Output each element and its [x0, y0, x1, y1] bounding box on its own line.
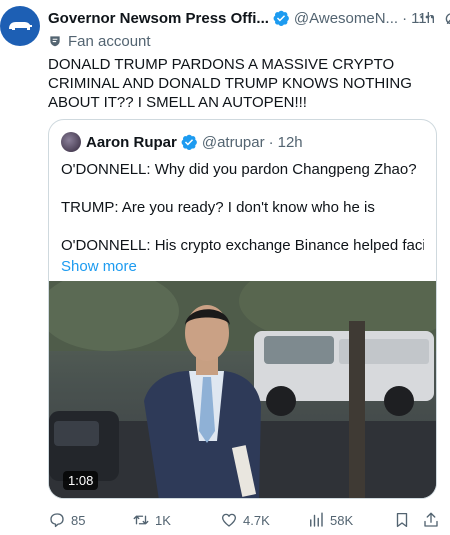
reply-count: 85 [71, 512, 86, 528]
video-thumbnail [49, 281, 436, 498]
quote-header: Aaron Rupar @atrupar · 12h [61, 130, 424, 154]
quote-paragraph: TRUMP: Are you ready? I don't know who h… [61, 199, 375, 216]
quote-separator-dot: · [268, 133, 274, 151]
action-bar: 85 1K 4.7K 58K [48, 508, 442, 532]
like-button[interactable]: 4.7K [220, 511, 270, 529]
quote-timestamp[interactable]: 12h [278, 134, 303, 151]
verified-badge-icon[interactable] [272, 9, 290, 27]
quote-author-name[interactable]: Aaron Rupar [86, 134, 177, 151]
fan-account-text: Fan account [68, 32, 151, 50]
quote-paragraph: O'DONNELL: Why did you pardon Changpeng … [61, 161, 417, 178]
tweet-content: Governor Newsom Press Offi... @AwesomeN.… [48, 6, 450, 112]
bookmark-icon [396, 512, 408, 528]
quote-verified-badge-icon[interactable] [180, 133, 198, 151]
quote-author-avatar[interactable] [61, 132, 81, 152]
tweet-header: Governor Newsom Press Offi... @AwesomeN.… [48, 6, 450, 30]
like-count: 4.7K [243, 512, 270, 528]
author-display-name[interactable]: Governor Newsom Press Offi... [48, 10, 269, 27]
quote-paragraph: O'DONNELL: His crypto exchange Binance h… [61, 237, 424, 254]
like-icon [221, 513, 237, 527]
views-button[interactable]: 58K [307, 511, 353, 529]
share-icon [424, 512, 438, 527]
author-handle[interactable]: @AwesomeN... [294, 10, 398, 27]
bookmark-button[interactable] [393, 511, 416, 529]
author-avatar[interactable] [0, 6, 40, 46]
bear-logo-icon [9, 22, 32, 30]
quoted-tweet[interactable]: Aaron Rupar @atrupar · 12h O'DONNELL: Wh… [48, 119, 437, 499]
repost-button[interactable]: 1K [132, 511, 171, 529]
video-duration: 1:08 [63, 471, 99, 490]
show-more-link[interactable]: Show more [61, 258, 424, 275]
fan-account-icon [50, 36, 60, 47]
quote-author-handle[interactable]: @atrupar [202, 134, 265, 151]
more-icon[interactable] [418, 8, 436, 26]
reply-icon [50, 513, 64, 528]
fan-account-label: Fan account [48, 30, 442, 52]
views-count: 58K [330, 512, 354, 528]
grok-icon[interactable] [443, 9, 450, 27]
video-player[interactable]: 1:08 [49, 281, 436, 498]
share-button[interactable] [422, 511, 445, 529]
separator-dot: · [402, 9, 408, 27]
tweet-text: DONALD TRUMP PARDONS A MASSIVE CRYPTO CR… [48, 56, 412, 111]
views-icon [310, 512, 323, 527]
repost-count: 1K [155, 512, 171, 528]
reply-button[interactable]: 85 [48, 511, 85, 529]
repost-icon [133, 515, 149, 525]
quote-text: O'DONNELL: Why did you pardon Changpeng … [61, 160, 424, 255]
